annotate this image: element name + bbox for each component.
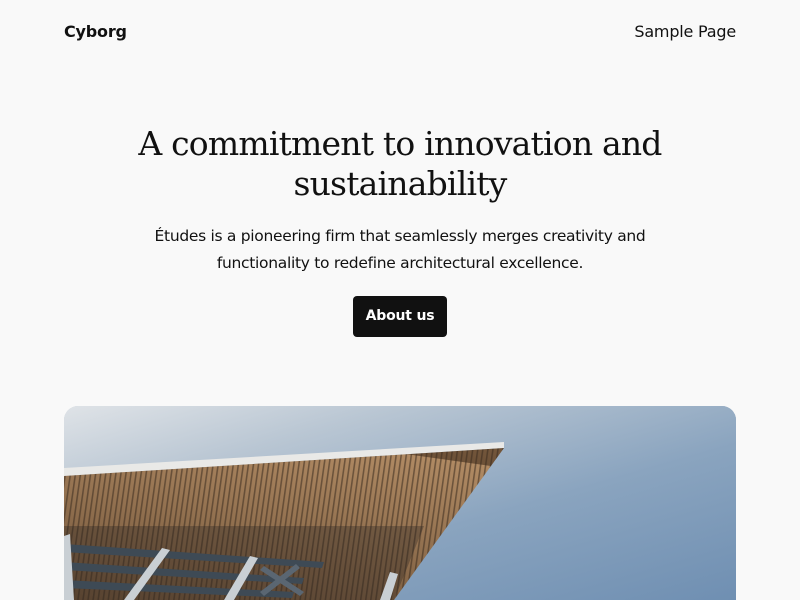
hero-description: Études is a pioneering firm that seamles… bbox=[154, 227, 646, 272]
hero-title: A commitment to innovation and sustainab… bbox=[138, 124, 662, 203]
site-header: Cyborg Sample Page bbox=[0, 0, 800, 66]
nav-item-sample-page[interactable]: Sample Page bbox=[634, 22, 736, 41]
hero-section: A commitment to innovation and sustainab… bbox=[0, 124, 800, 337]
about-us-button[interactable]: About us bbox=[353, 296, 447, 337]
site-title-link[interactable]: Cyborg bbox=[64, 22, 127, 41]
building-image bbox=[64, 406, 736, 600]
